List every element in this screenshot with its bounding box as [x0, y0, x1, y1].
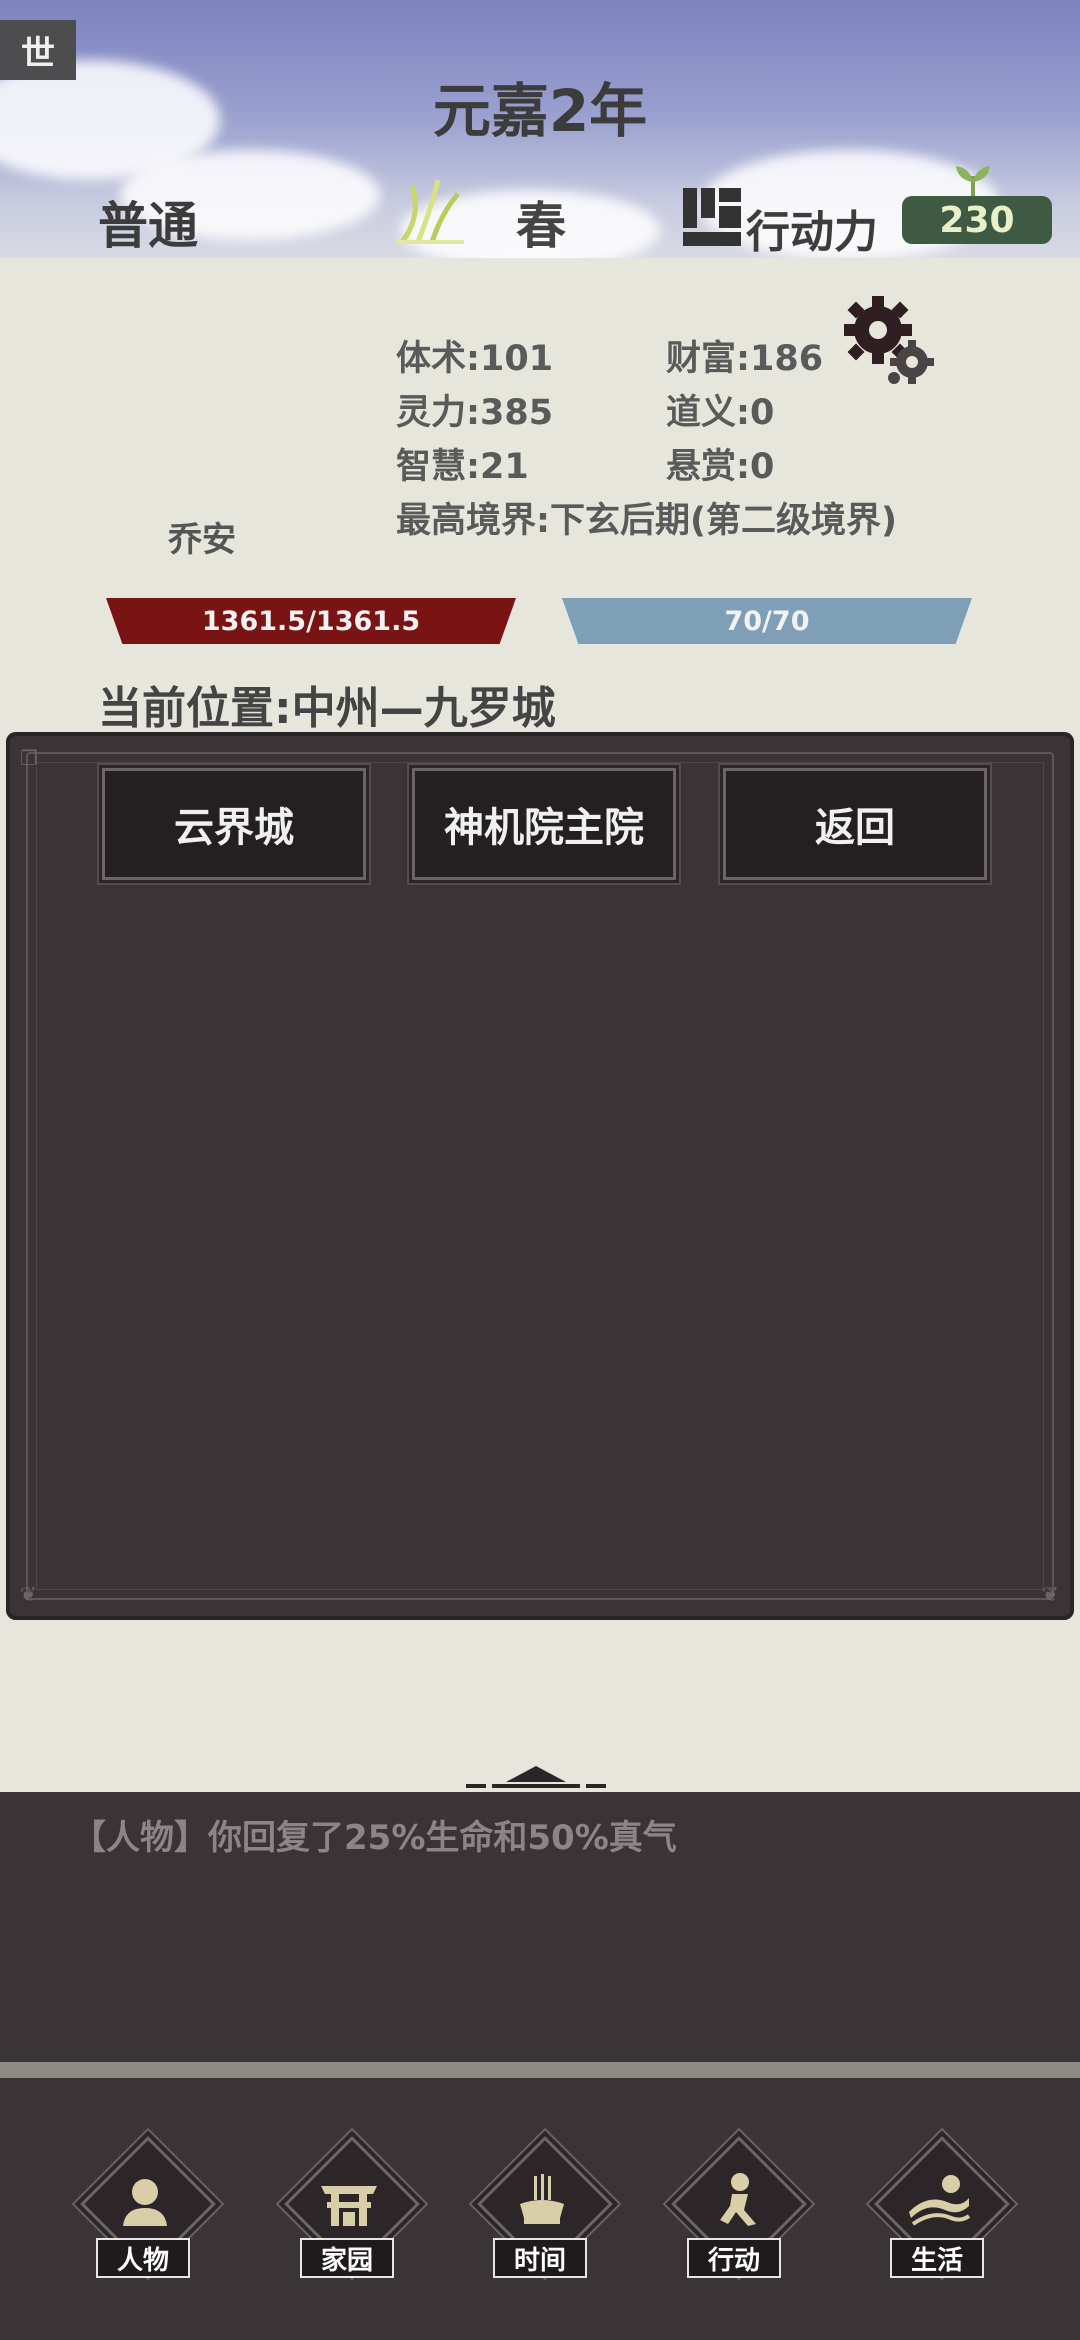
action-points-icon: [683, 188, 741, 246]
destination-button-shenjiyuan[interactable]: 神机院主院: [412, 768, 676, 880]
log-divider: [0, 2062, 1080, 2078]
nav-life[interactable]: 生活: [862, 2136, 1012, 2290]
nav-time[interactable]: 时间: [465, 2136, 615, 2290]
mana-value: 70/70: [724, 605, 810, 637]
stat-realm: 最高境界:下玄后期(第二级境界): [396, 501, 897, 541]
landscape-icon: [909, 2175, 971, 2226]
season-label: 春: [516, 197, 566, 255]
health-bar: 1361.5/1361.5: [106, 598, 516, 644]
panel-border-inner: [36, 762, 1044, 1590]
person-icon: [123, 2179, 167, 2226]
destination-button-yunjie[interactable]: 云界城: [102, 768, 366, 880]
sprout-icon: [956, 166, 990, 198]
current-location: 当前位置:中州—九罗城: [98, 683, 556, 734]
nav-label: 生活: [890, 2238, 984, 2278]
stat-wisdom: 智慧:21: [396, 447, 529, 487]
stat-righteousness: 道义:0: [666, 393, 775, 433]
stat-bounty: 悬赏:0: [666, 447, 775, 487]
nav-character[interactable]: 人物: [68, 2136, 218, 2290]
stat-spirit: 灵力:385: [396, 393, 554, 433]
character-name[interactable]: 乔安: [168, 512, 236, 561]
back-button[interactable]: 返回: [723, 768, 987, 880]
running-person-icon: [720, 2173, 756, 2226]
nav-label: 家园: [300, 2238, 394, 2278]
stat-body: 体术:101: [396, 339, 554, 379]
expand-log-icon[interactable]: [466, 1756, 606, 1790]
mana-bar: 70/70: [562, 598, 972, 644]
nav-action[interactable]: 行动: [659, 2136, 809, 2290]
spring-grass-icon: [396, 179, 464, 244]
health-value: 1361.5/1361.5: [201, 605, 421, 637]
stat-wealth: 财富:186: [666, 339, 824, 379]
action-points-label: 行动力: [746, 207, 878, 258]
nav-home[interactable]: 家园: [272, 2136, 422, 2290]
nav-label: 人物: [96, 2238, 190, 2278]
nav-label: 行动: [687, 2238, 781, 2278]
nav-label: 时间: [493, 2238, 587, 2278]
incense-icon: [520, 2174, 564, 2224]
corner-ornament-icon: ❐: [20, 746, 38, 770]
destination-panel: ❐ ❦ ❦ 云界城 神机院主院 返回: [6, 732, 1074, 1620]
header: 世 元嘉2年 普通 春 行动力 230: [0, 0, 1080, 258]
year-title: 元嘉2年: [432, 77, 648, 145]
log-message: 【人物】你回复了25%生命和50%真气: [72, 1818, 677, 1858]
action-points-value: 230: [902, 196, 1052, 244]
difficulty-label: 普通: [98, 197, 198, 255]
gear-icon[interactable]: [840, 296, 940, 388]
corner-ornament-icon: ❦: [1042, 1582, 1059, 1606]
gate-icon: [321, 2186, 377, 2226]
corner-ornament-icon: ❦: [20, 1582, 37, 1606]
